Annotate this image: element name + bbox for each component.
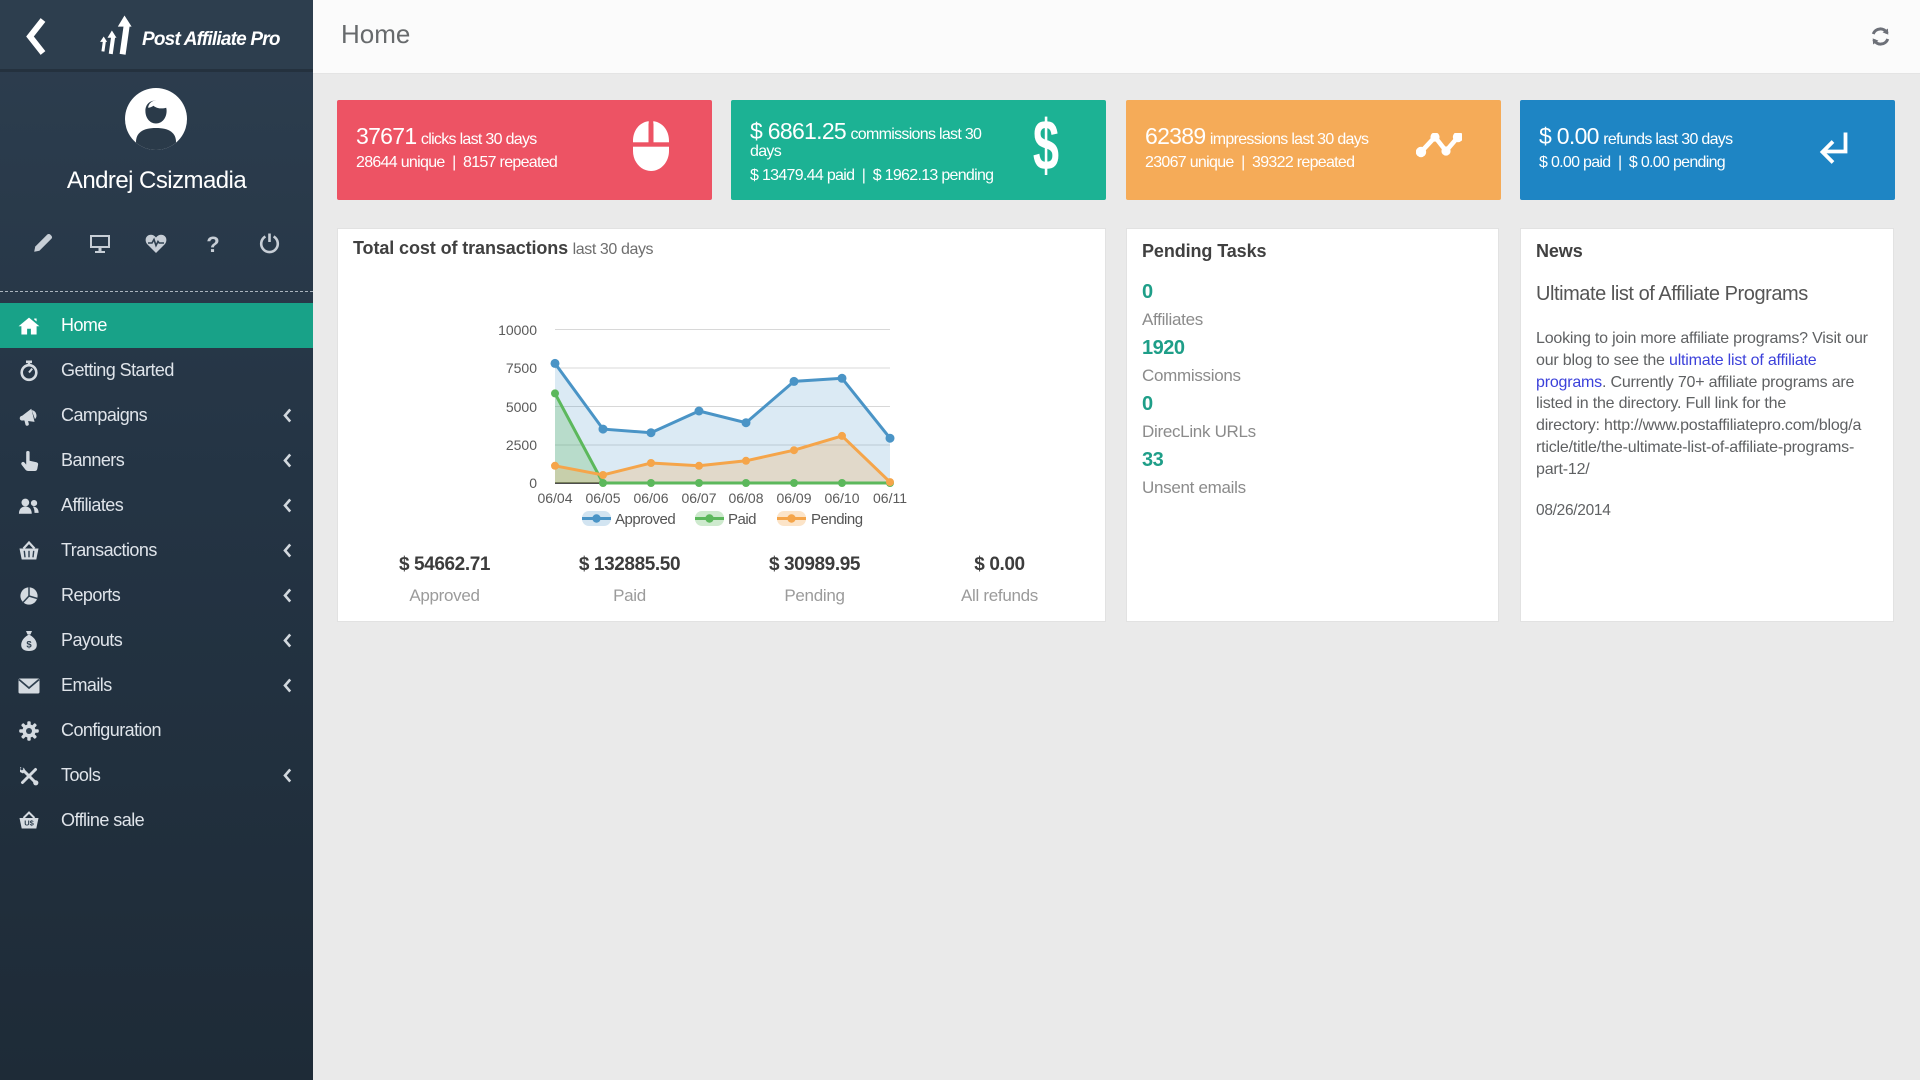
svg-text:06/05: 06/05 (585, 490, 620, 506)
svg-text:06/10: 06/10 (824, 490, 859, 506)
svg-text:06/04: 06/04 (537, 490, 572, 506)
svg-text:U$: U$ (24, 819, 34, 828)
svg-text:2500: 2500 (506, 437, 537, 453)
svg-text:06/06: 06/06 (633, 490, 668, 506)
svg-text:Approved: Approved (615, 511, 675, 528)
svg-text:0: 0 (529, 475, 537, 491)
svg-text:06/08: 06/08 (728, 490, 763, 506)
svg-text:Pending: Pending (811, 511, 863, 528)
svg-text:$: $ (26, 640, 32, 651)
svg-text:7500: 7500 (506, 360, 537, 376)
svg-text:5000: 5000 (506, 399, 537, 415)
svg-text:06/09: 06/09 (776, 490, 811, 506)
svg-text:10000: 10000 (498, 322, 537, 338)
svg-text:Paid: Paid (728, 511, 756, 528)
svg-text:06/07: 06/07 (681, 490, 716, 506)
svg-text:06/11: 06/11 (873, 490, 907, 506)
